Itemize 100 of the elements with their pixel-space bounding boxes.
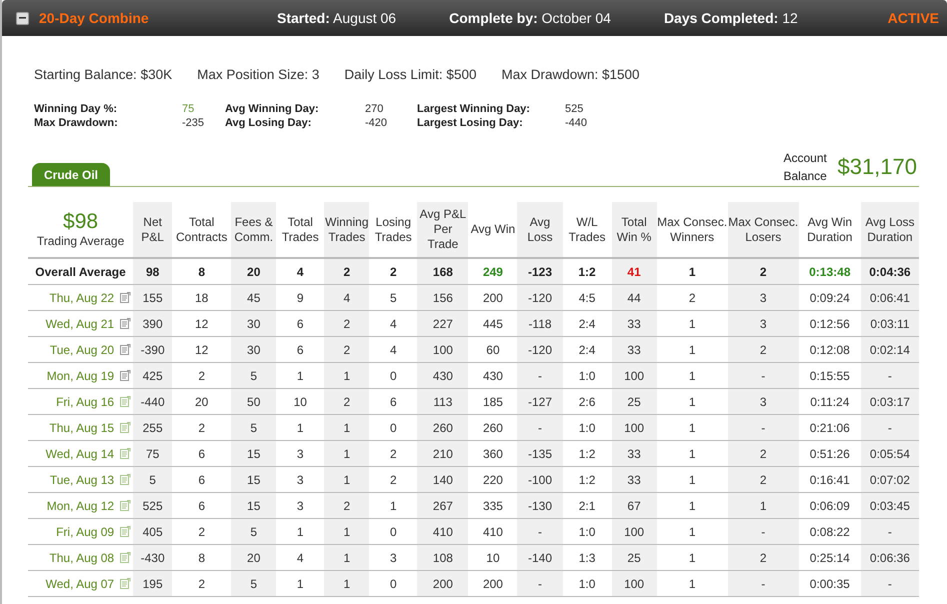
- date-link[interactable]: Fri, Aug 09: [56, 524, 114, 538]
- date-link[interactable]: Wed, Aug 21: [46, 316, 114, 330]
- table-cell: 33: [612, 310, 657, 336]
- table-cell: -: [517, 570, 563, 596]
- note-icon[interactable]: [120, 500, 132, 511]
- table-cell: 2: [728, 258, 799, 284]
- column-header: Max Consec. Winners: [656, 202, 728, 258]
- column-header: Avg Loss: [517, 202, 563, 258]
- table-cell: 100: [612, 518, 657, 544]
- column-header: Avg Win Duration: [798, 202, 861, 258]
- table-cell: 15: [231, 466, 276, 492]
- table-cell: 108: [417, 544, 468, 570]
- table-cell: 5: [133, 466, 172, 492]
- note-icon[interactable]: [120, 474, 132, 485]
- date-link[interactable]: Mon, Aug 12: [46, 498, 114, 512]
- table-cell: 67: [612, 492, 657, 518]
- trading-average-value: $98: [62, 210, 100, 234]
- table-cell: 1: [324, 362, 370, 388]
- note-icon[interactable]: [120, 344, 132, 355]
- table-cell: 3: [728, 388, 799, 414]
- table-cell: -135: [517, 440, 563, 466]
- date-link[interactable]: Thu, Aug 08: [49, 550, 114, 564]
- table-cell: 405: [133, 518, 172, 544]
- collapse-button[interactable]: [16, 12, 29, 24]
- date-link[interactable]: Wed, Aug 07: [46, 576, 114, 590]
- note-icon[interactable]: [120, 448, 132, 459]
- note-icon[interactable]: [120, 578, 132, 589]
- table-cell: 20: [231, 544, 276, 570]
- column-header: Fees & Comm.: [231, 202, 276, 258]
- instrument-tab[interactable]: Crude Oil: [32, 163, 110, 186]
- stat-value: -235: [182, 117, 206, 129]
- table-cell: -430: [133, 544, 172, 570]
- date-link[interactable]: Tue, Aug 13: [50, 472, 114, 486]
- table-cell: 0:00:35: [798, 570, 861, 596]
- status-label: ACTIVE: [888, 10, 939, 26]
- table-cell: 100: [612, 414, 657, 440]
- date-link[interactable]: Tue, Aug 20: [50, 342, 114, 356]
- note-icon[interactable]: [120, 318, 132, 329]
- note-icon[interactable]: [120, 422, 132, 433]
- combine-title: 20-Day Combine: [39, 10, 150, 26]
- table-cell: 100: [417, 336, 468, 362]
- account-balance-label: Account Balance: [783, 150, 828, 185]
- minus-icon: [19, 17, 26, 19]
- table-cell: 210: [417, 440, 468, 466]
- table-cell: -120: [517, 284, 563, 310]
- table-cell: 390: [133, 310, 172, 336]
- table-cell: 0:07:02: [860, 466, 919, 492]
- table-cell: -100: [517, 466, 563, 492]
- table-cell: -: [860, 518, 919, 544]
- table-cell: 168: [417, 258, 468, 284]
- table-cell: 45: [231, 284, 276, 310]
- stat-label: Winning Day %:: [34, 103, 118, 115]
- table-cell: -: [728, 414, 799, 440]
- note-icon[interactable]: [120, 370, 132, 381]
- table-cell: 33: [612, 336, 657, 362]
- column-header: Max Consec. Losers: [728, 202, 799, 258]
- date-link[interactable]: Fri, Aug 16: [56, 394, 114, 408]
- date-link[interactable]: Mon, Aug 19: [46, 368, 114, 382]
- table-cell: 200: [417, 570, 468, 596]
- stat-label: Largest Losing Day:: [417, 117, 524, 129]
- header-field: Days Completed: 12: [664, 10, 798, 26]
- table-cell: 5: [231, 518, 276, 544]
- table-cell: -: [860, 570, 919, 596]
- table-cell: 75: [133, 440, 172, 466]
- column-header: Total Contracts: [172, 202, 232, 258]
- table-cell: 1: [324, 544, 370, 570]
- note-icon[interactable]: [120, 526, 132, 537]
- trading-average-label: Trading Average: [36, 234, 126, 249]
- table-cell: 1: [324, 570, 370, 596]
- table-cell: 1: [324, 440, 370, 466]
- stat-value: 525: [565, 103, 584, 115]
- table-cell: 4: [324, 284, 370, 310]
- table-cell: 113: [417, 388, 468, 414]
- table-cell: 25: [612, 544, 657, 570]
- table-cell: 195: [133, 570, 172, 596]
- date-link[interactable]: Wed, Aug 14: [46, 446, 114, 460]
- table-cell: 15: [231, 492, 276, 518]
- column-header: Avg Win: [468, 202, 518, 258]
- table-cell: 155: [133, 284, 172, 310]
- table-cell: 410: [417, 518, 468, 544]
- rule-text: Daily Loss Limit: $500: [344, 67, 476, 82]
- table-cell: 100: [612, 570, 657, 596]
- table-cell: 0:03:11: [860, 310, 919, 336]
- table-cell: 0:04:36: [860, 258, 919, 284]
- table-cell: 25: [612, 388, 657, 414]
- date-link[interactable]: Thu, Aug 22: [49, 290, 114, 304]
- table-cell: 525: [133, 492, 172, 518]
- table-cell: -: [517, 362, 563, 388]
- table-cell: 30: [231, 336, 276, 362]
- note-icon[interactable]: [120, 292, 132, 303]
- note-icon[interactable]: [120, 552, 132, 563]
- date-link[interactable]: Thu, Aug 15: [49, 420, 114, 434]
- column-header: Net P&L: [133, 202, 172, 258]
- table-cell: -440: [133, 388, 172, 414]
- stat-label: Avg Winning Day:: [225, 103, 320, 115]
- rule-text: Max Position Size: 3: [197, 67, 320, 82]
- stat-label: Avg Losing Day:: [225, 117, 312, 129]
- note-icon[interactable]: [120, 396, 132, 407]
- table-cell: 33: [612, 466, 657, 492]
- stat-value: 270: [365, 103, 384, 115]
